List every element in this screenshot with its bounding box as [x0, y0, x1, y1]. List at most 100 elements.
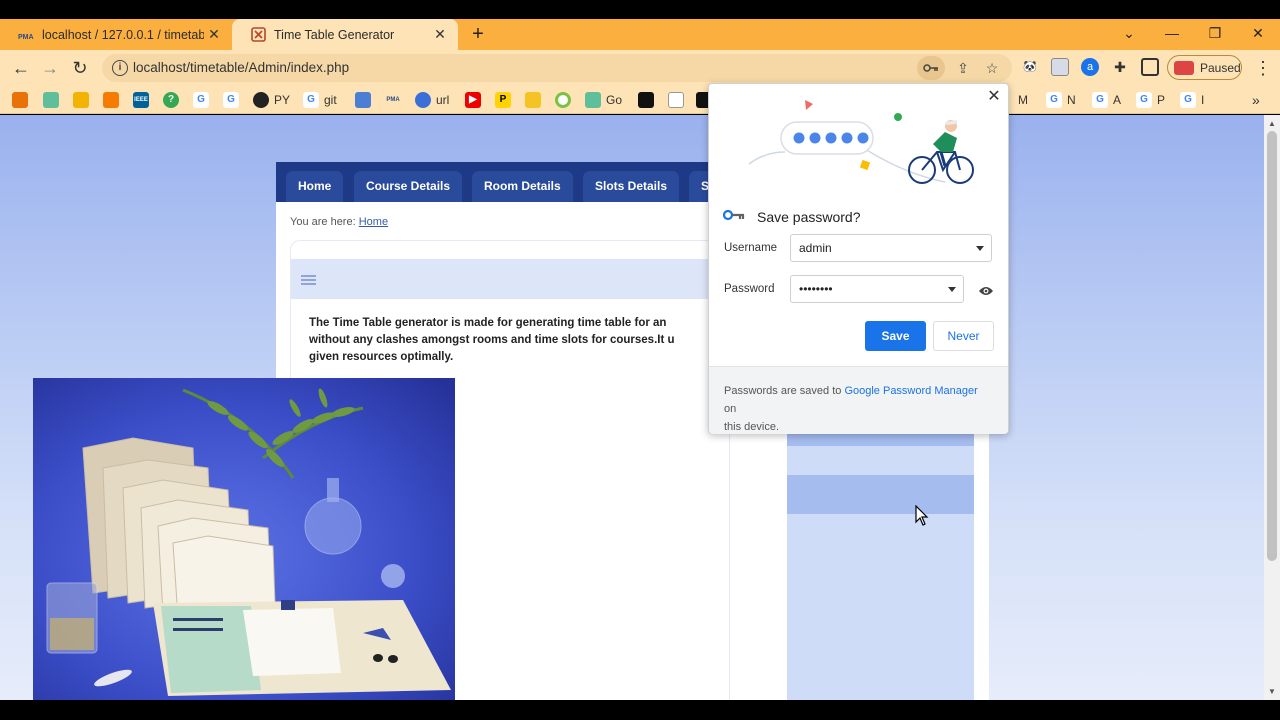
profile-button[interactable]: Paused [1167, 55, 1242, 80]
close-icon[interactable]: ✕ [985, 88, 1003, 106]
browser-menu-icon[interactable]: ⋮ [1250, 55, 1276, 81]
username-field[interactable]: admin [790, 234, 992, 262]
bookmark-google-2[interactable]: G [223, 91, 244, 109]
bookmark-label: url [436, 93, 450, 107]
extension-icon[interactable] [1051, 58, 1069, 76]
tab-phpmyadmin[interactable]: PMA localhost / 127.0.0.1 / timetable / … [0, 19, 232, 50]
bookmark-m[interactable]: M [1018, 91, 1028, 109]
bookmark-star-icon[interactable]: ☆ [981, 57, 1003, 79]
folder-icon [525, 92, 541, 108]
bookmark-pma[interactable]: PMA [385, 91, 406, 109]
bookmark-youtube[interactable]: ▶ [465, 91, 486, 109]
intro-line: The Time Table generator is made for gen… [309, 317, 667, 329]
intro-line: given resources optimally. [309, 351, 454, 363]
bookmark-chatgpt[interactable] [43, 91, 64, 109]
translate-extension-icon[interactable]: a [1081, 58, 1099, 76]
bookmark-google-1[interactable]: G [193, 91, 214, 109]
bookmark-network[interactable] [355, 91, 376, 109]
dialog-header: Save password? [722, 208, 861, 226]
chevron-down-icon[interactable] [976, 246, 984, 251]
bookmark-black-1[interactable] [638, 91, 659, 109]
bookmark-n[interactable]: GN [1046, 91, 1076, 109]
tab-title: Time Table Generator [274, 27, 395, 42]
site-info-icon[interactable]: i [112, 60, 128, 76]
bookmark-orange[interactable] [12, 91, 33, 109]
chevron-down-icon[interactable] [948, 287, 956, 292]
bookmark-ring[interactable] [555, 91, 576, 109]
footer-text: on [724, 403, 737, 415]
bookmark-i[interactable]: GI [1180, 91, 1204, 109]
back-icon[interactable]: ← [8, 55, 34, 81]
wifi-icon [415, 92, 431, 108]
new-tab-icon[interactable]: + [466, 22, 490, 46]
sidebar-block [787, 475, 974, 514]
screen-top-border [0, 0, 1280, 19]
close-tab-icon[interactable]: ✕ [204, 26, 224, 43]
scroll-thumb[interactable] [1267, 131, 1277, 561]
bookmark-yellow-2[interactable] [525, 91, 546, 109]
bookmark-py[interactable]: PY [253, 91, 290, 109]
page-scrollbar[interactable]: ▲ ▼ [1264, 115, 1280, 700]
share-icon[interactable]: ⇪ [952, 57, 974, 79]
github-icon [253, 92, 269, 108]
phpmyadmin-icon: PMA [385, 92, 401, 108]
notion-icon [638, 92, 654, 108]
bookmark-label: PY [274, 93, 291, 107]
sidebar-block [787, 433, 974, 446]
nav-room-details[interactable]: Room Details [472, 171, 573, 202]
restore-icon[interactable]: ❐ [1193, 19, 1237, 50]
nav-home[interactable]: Home [286, 171, 344, 202]
save-button[interactable]: Save [865, 321, 926, 351]
reload-icon[interactable]: ↻ [67, 55, 93, 81]
url-text: localhost/timetable/Admin/index.php [133, 60, 350, 75]
bookmark-label: M [1018, 93, 1028, 107]
dialog-title: Save password? [757, 209, 861, 225]
google-icon: G [1180, 92, 1196, 108]
bookmark-ieee[interactable]: IEEE [133, 91, 154, 109]
close-tab-icon[interactable]: ✕ [430, 26, 450, 43]
breadcrumb-home-link[interactable]: Home [359, 216, 388, 228]
never-button[interactable]: Never [933, 321, 994, 351]
scroll-up-icon[interactable]: ▲ [1264, 117, 1280, 131]
google-icon: G [1136, 92, 1152, 108]
ring-icon [555, 92, 571, 108]
eye-icon[interactable] [978, 284, 994, 296]
password-field[interactable]: •••••••• [790, 275, 964, 303]
tab-search-icon[interactable]: ⌄ [1107, 19, 1151, 50]
panda-extension-icon[interactable]: 🐼 [1021, 58, 1039, 76]
profile-status: Paused [1200, 61, 1241, 75]
screen-bottom-border [0, 700, 1280, 720]
bookmark-a[interactable]: GA [1092, 91, 1121, 109]
bookmark-chart[interactable] [103, 91, 124, 109]
minimize-icon[interactable]: — [1150, 19, 1194, 50]
google-icon: G [1046, 92, 1062, 108]
close-window-icon[interactable]: ✕ [1236, 19, 1280, 50]
address-bar[interactable]: i localhost/timetable/Admin/index.php ⇪ … [102, 54, 1012, 82]
bookmark-label: P [1157, 93, 1166, 107]
bookmark-p2[interactable]: GP [1136, 91, 1165, 109]
bookmark-url[interactable]: url [415, 91, 449, 109]
youtube-icon: ▶ [465, 92, 481, 108]
nav-slots-details[interactable]: Slots Details [583, 171, 680, 202]
password-manager-link[interactable]: Google Password Manager [844, 385, 977, 397]
intro-line: without any clashes amongst rooms and ti… [309, 334, 675, 346]
more-bookmarks-icon[interactable]: » [1252, 91, 1260, 109]
bookmark-git[interactable]: Ggit [303, 91, 337, 109]
bookmark-yellow[interactable] [73, 91, 94, 109]
bookmark-label: N [1067, 93, 1076, 107]
puzzle-extensions-icon[interactable]: ✚ [1111, 58, 1129, 76]
password-key-icon[interactable] [917, 56, 945, 80]
browser-toolbar: ← → ↻ i localhost/timetable/Admin/index.… [0, 50, 1280, 85]
nav-course-details[interactable]: Course Details [354, 171, 463, 202]
scroll-down-icon[interactable]: ▼ [1264, 685, 1280, 699]
tab-timetable[interactable]: Time Table Generator ✕ [232, 19, 458, 50]
forward-icon[interactable]: → [37, 55, 63, 81]
bookmark-p[interactable]: P [495, 91, 516, 109]
bookmark-green[interactable]: ? [163, 91, 184, 109]
side-panel-icon[interactable] [1141, 58, 1159, 76]
menu-icon[interactable] [301, 275, 316, 285]
bookmark-white[interactable] [668, 91, 689, 109]
bookmark-go[interactable]: Go [585, 91, 622, 109]
breadcrumb: You are here: Home [290, 216, 388, 228]
google-icon: G [303, 92, 319, 108]
